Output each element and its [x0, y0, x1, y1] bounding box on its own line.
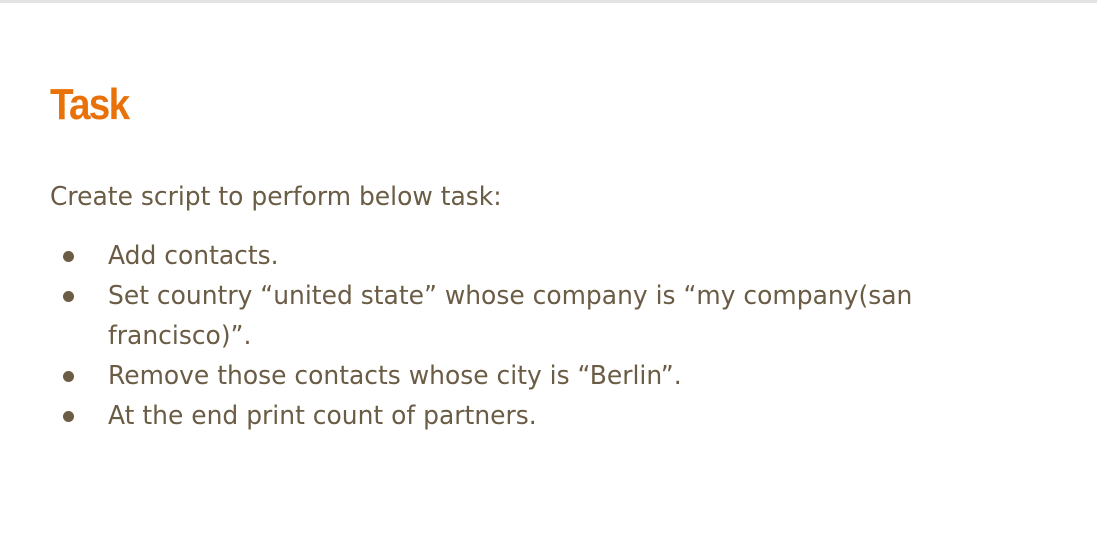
list-item: Set country “united state” whose company… [50, 276, 1010, 356]
list-item: Remove those contacts whose city is “Ber… [50, 356, 1010, 396]
list-item: Add contacts. [50, 236, 1010, 276]
slide-title: Task [50, 80, 130, 129]
list-item: At the end print count of partners. [50, 396, 1010, 436]
bullet-icon [63, 411, 74, 422]
bullet-icon [63, 291, 74, 302]
bullet-icon [63, 251, 74, 262]
list-item-text: At the end print count of partners. [108, 401, 537, 431]
list-item-text: Add contacts. [108, 241, 279, 271]
task-list: Add contacts. Set country “united state”… [50, 236, 1010, 436]
task-intro: Create script to perform below task: [50, 182, 502, 212]
list-item-text: Remove those contacts whose city is “Ber… [108, 361, 682, 391]
bullet-icon [63, 371, 74, 382]
list-item-text: Set country “united state” whose company… [108, 281, 913, 351]
slide: Task Create script to perform below task… [0, 0, 1097, 535]
